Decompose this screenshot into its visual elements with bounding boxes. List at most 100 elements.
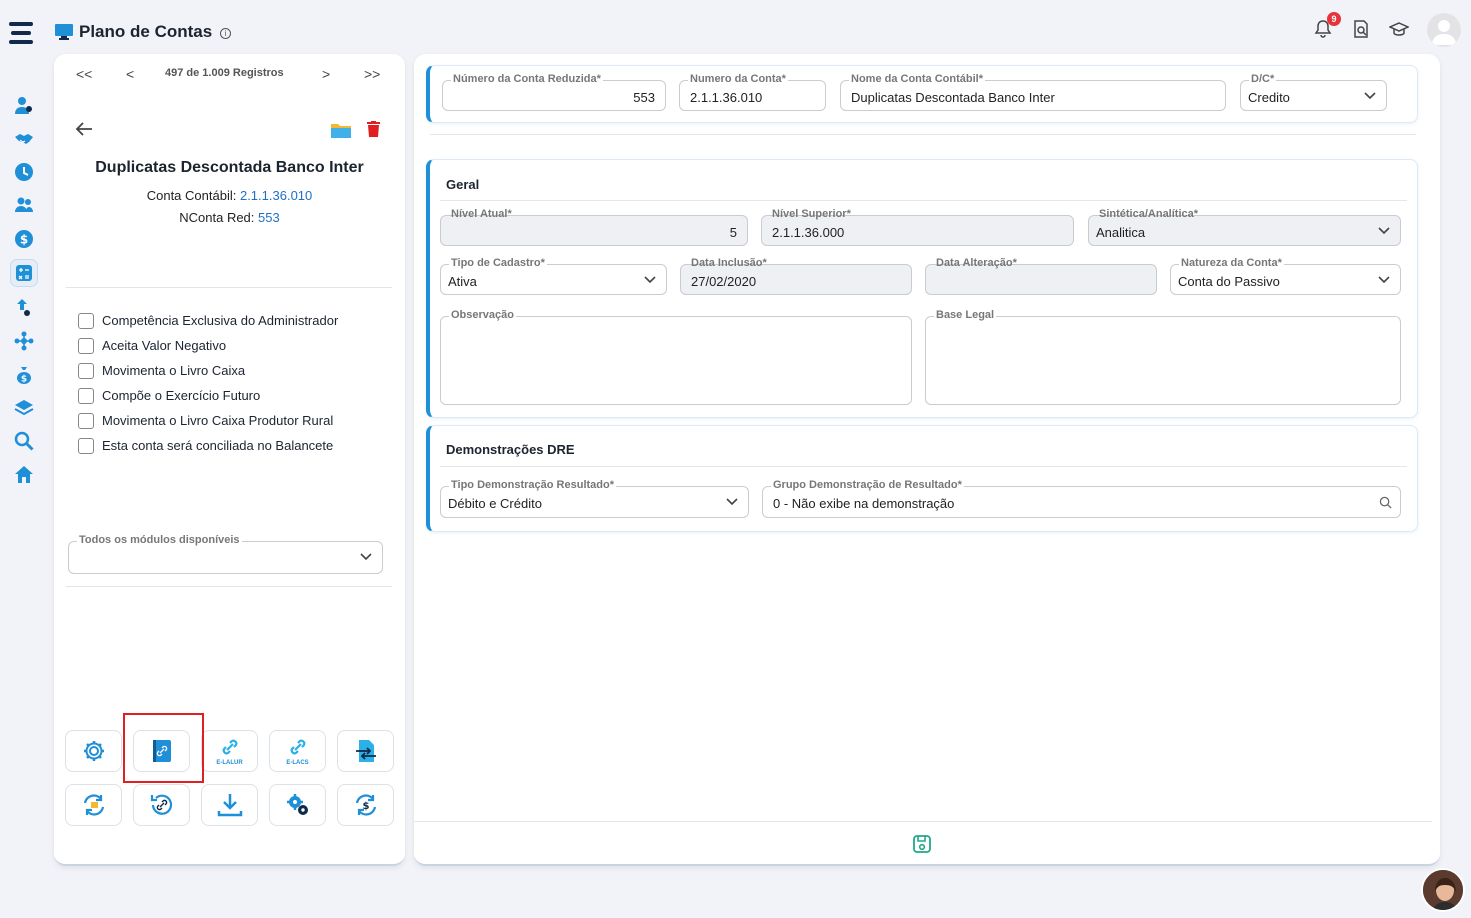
checkbox[interactable] <box>78 437 94 454</box>
dc-value: Credito <box>1248 90 1290 105</box>
sync-link-tool-button[interactable] <box>133 784 190 826</box>
checkbox-row[interactable]: Movimenta o Livro Caixa <box>78 358 338 383</box>
chevron-down-icon <box>360 553 372 561</box>
base-legal-textarea[interactable]: Base Legal <box>925 309 1401 405</box>
notification-bell-icon[interactable]: 9 <box>1313 12 1341 41</box>
flow-icon[interactable] <box>13 297 35 319</box>
geral-card: Geral Nível Atual* 5 Nível Superior* 2.1… <box>426 159 1418 418</box>
nome-conta-label: Nome da Conta Contábil* <box>849 73 986 85</box>
grupo-demonstracao-field[interactable]: Grupo Demonstração de Resultado* 0 - Não… <box>762 479 1401 518</box>
graduation-cap-icon[interactable] <box>1388 19 1411 41</box>
clock-icon[interactable] <box>13 161 35 183</box>
conta-contabil-value[interactable]: 2.1.1.36.010 <box>240 188 312 203</box>
tipo-demonstracao-label: Tipo Demonstração Resultado* <box>449 479 616 491</box>
save-icon[interactable] <box>912 834 932 854</box>
checkbox-row[interactable]: Movimenta o Livro Caixa Produtor Rural <box>78 408 338 433</box>
nivel-superior-label: Nível Superior* <box>772 208 851 220</box>
dre-card: Demonstrações DRE Tipo Demonstração Resu… <box>426 425 1418 532</box>
home-icon[interactable] <box>13 464 35 486</box>
sync-money-tool-button[interactable]: $ <box>337 784 394 826</box>
checkbox-label: Movimenta o Livro Caixa <box>102 363 246 378</box>
nconta-red-label: NConta Red: <box>179 210 255 225</box>
numero-reduzida-value: 553 <box>633 90 655 105</box>
tipo-cadastro-select[interactable]: Tipo de Cadastro* Ativa <box>440 257 667 295</box>
checkbox[interactable] <box>78 387 94 404</box>
money-bag-icon[interactable]: $ <box>13 364 35 386</box>
geral-title: Geral <box>446 177 480 192</box>
nome-conta-value: Duplicatas Descontada Banco Inter <box>851 90 1055 105</box>
first-page-button[interactable]: << <box>76 66 92 82</box>
user-avatar[interactable] <box>1427 13 1461 47</box>
trash-icon[interactable] <box>367 121 380 137</box>
info-icon[interactable]: i <box>220 27 232 39</box>
natureza-value: Conta do Passivo <box>1178 274 1280 289</box>
numero-reduzida-field[interactable]: Número da Conta Reduzida* 553 <box>442 73 666 111</box>
account-name: Duplicatas Descontada Banco Inter <box>95 159 364 176</box>
checkbox-row[interactable]: Compõe o Exercício Futuro <box>78 383 338 408</box>
tipo-demonstracao-value: Débito e Crédito <box>448 496 542 511</box>
conta-contabil-line: Conta Contábil: 2.1.1.36.010 <box>54 188 405 203</box>
numero-conta-field[interactable]: Numero da Conta* 2.1.1.36.010 <box>679 73 826 111</box>
elalur-tool-button[interactable]: E-LALUR <box>201 730 258 772</box>
assistant-avatar[interactable] <box>1421 868 1465 912</box>
options-checklist: Competência Exclusiva do Administrador A… <box>78 308 338 458</box>
nconta-red-value[interactable]: 553 <box>258 210 280 225</box>
layers-icon[interactable] <box>13 397 35 419</box>
header-icons: 9 <box>1313 12 1471 47</box>
checkbox[interactable] <box>78 412 94 429</box>
prev-page-button[interactable]: < <box>126 66 134 82</box>
checkbox[interactable] <box>78 312 94 329</box>
chevron-down-icon <box>1378 227 1390 235</box>
search-icon[interactable] <box>13 430 35 452</box>
dre-title: Demonstrações DRE <box>446 442 575 457</box>
checkbox-row[interactable]: Esta conta será conciliada no Balancete <box>78 433 338 458</box>
menu-icon[interactable] <box>9 22 33 49</box>
nome-conta-field[interactable]: Nome da Conta Contábil* Duplicatas Desco… <box>840 73 1226 111</box>
side-panel: << < 497 de 1.009 Registros > >> Duplica… <box>54 54 405 866</box>
dc-select[interactable]: D/C* Credito <box>1240 73 1387 111</box>
users-icon[interactable] <box>13 194 35 216</box>
tipo-demonstracao-select[interactable]: Tipo Demonstração Resultado* Débito e Cr… <box>440 479 749 518</box>
transfer-tool-button[interactable] <box>337 730 394 772</box>
data-inclusao-label: Data Inclusão* <box>691 257 767 269</box>
next-page-button[interactable]: > <box>322 66 330 82</box>
notification-badge: 9 <box>1327 12 1341 26</box>
account-header-card: Número da Conta Reduzida* 553 Numero da … <box>426 65 1418 123</box>
modules-select[interactable]: Todos os módulos disponíveis <box>68 534 383 574</box>
sync-folder-tool-button[interactable] <box>65 784 122 826</box>
search-icon[interactable] <box>1379 496 1392 509</box>
checkbox[interactable] <box>78 362 94 379</box>
checkbox-row[interactable]: Aceita Valor Negativo <box>78 333 338 358</box>
natureza-label: Natureza da Conta* <box>1179 257 1284 269</box>
gears-icon <box>286 794 308 815</box>
svg-text:$: $ <box>362 801 369 812</box>
checkbox-label: Competência Exclusiva do Administrador <box>102 313 339 328</box>
checkbox-label: Compõe o Exercício Futuro <box>102 388 261 403</box>
pager: << < 497 de 1.009 Registros > >> <box>54 66 405 84</box>
dollar-icon[interactable]: $ <box>13 228 35 250</box>
header: Plano de Contas i 9 <box>46 0 1471 56</box>
checkbox[interactable] <box>78 337 94 354</box>
document-search-icon[interactable] <box>1351 19 1373 41</box>
back-arrow-icon[interactable] <box>74 120 94 138</box>
grupo-demonstracao-label: Grupo Demonstração de Resultado* <box>771 479 964 491</box>
calculator-icon[interactable] <box>10 259 38 287</box>
conta-contabil-label: Conta Contábil: <box>146 188 237 203</box>
download-tool-button[interactable] <box>201 784 258 826</box>
network-icon[interactable] <box>13 330 35 352</box>
folder-icon[interactable] <box>331 122 351 138</box>
sintetica-select[interactable]: Sintética/Analítica* Analitica <box>1088 208 1401 246</box>
gears-tool-button[interactable] <box>269 784 326 826</box>
chevron-down-icon <box>1364 92 1376 100</box>
user-settings-icon[interactable] <box>13 95 35 117</box>
tipo-cadastro-label: Tipo de Cadastro* <box>449 257 547 269</box>
last-page-button[interactable]: >> <box>364 66 380 82</box>
data-alteracao-label: Data Alteração* <box>936 257 1017 269</box>
observacao-textarea[interactable]: Observação <box>440 309 912 405</box>
elalur-label: E-LALUR <box>216 760 243 766</box>
natureza-select[interactable]: Natureza da Conta* Conta do Passivo <box>1170 257 1401 295</box>
checkbox-row[interactable]: Competência Exclusiva do Administrador <box>78 308 338 333</box>
handshake-icon[interactable] <box>13 128 35 150</box>
settings-tool-button[interactable] <box>65 730 122 772</box>
elacs-tool-button[interactable]: E-LACS <box>269 730 326 772</box>
